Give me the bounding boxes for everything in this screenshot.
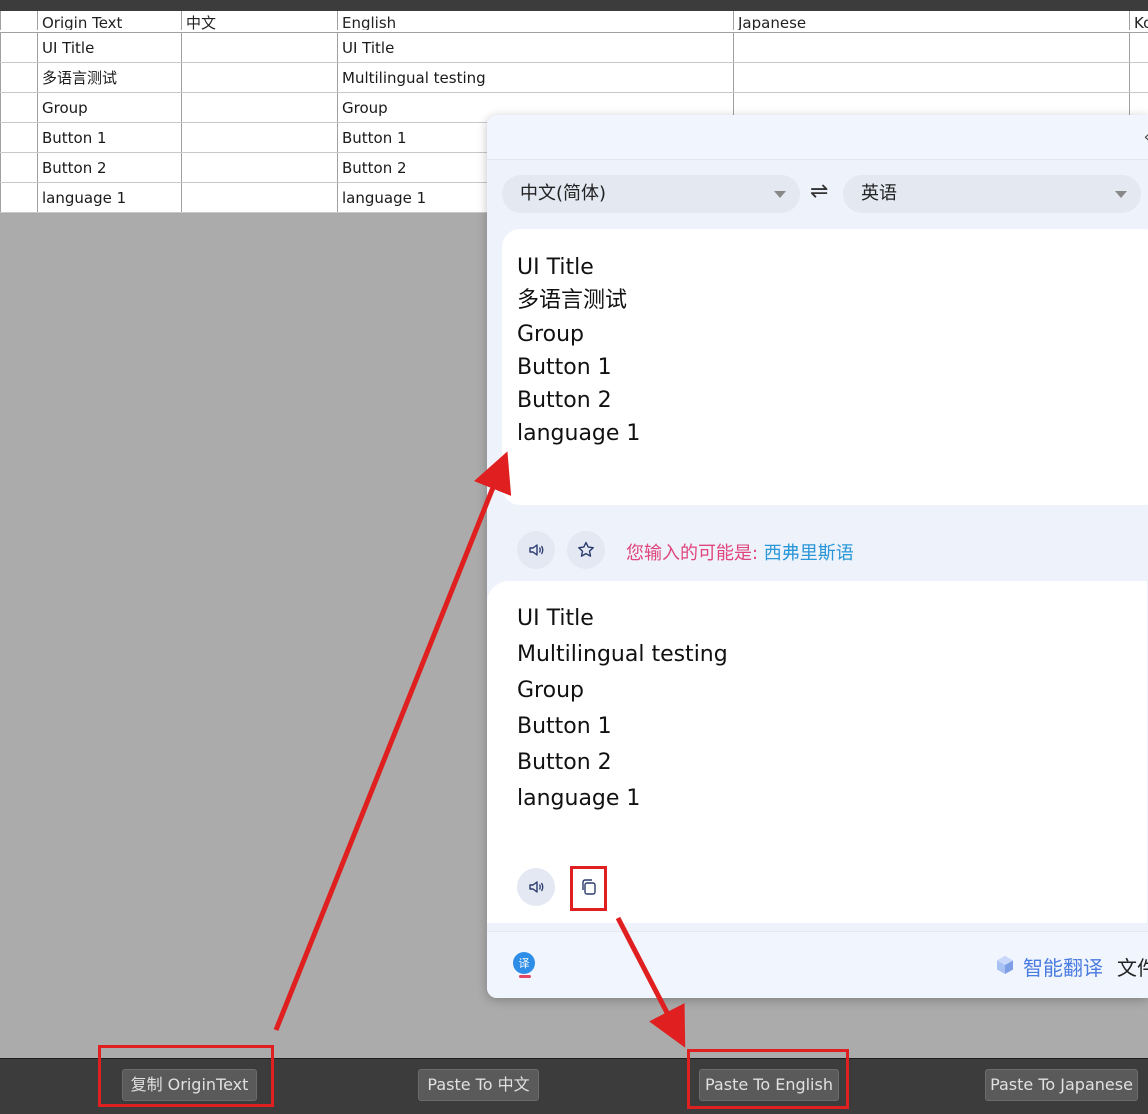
cell[interactable] bbox=[733, 33, 1129, 62]
result-speak-button[interactable] bbox=[517, 868, 555, 906]
source-language-select[interactable]: 中文(简体) bbox=[502, 175, 800, 213]
source-line: 多语言测试 bbox=[517, 288, 628, 314]
cell[interactable] bbox=[1129, 33, 1148, 62]
source-line: Button 2 bbox=[517, 388, 612, 414]
back-icon[interactable]: ‹ bbox=[1144, 127, 1148, 146]
cell[interactable]: Button 2 bbox=[37, 153, 181, 182]
result-line: UI Title bbox=[517, 606, 594, 631]
cell[interactable] bbox=[0, 63, 37, 92]
cube-icon bbox=[997, 956, 1013, 974]
cell[interactable] bbox=[0, 93, 37, 122]
cell[interactable] bbox=[181, 183, 337, 212]
cell[interactable] bbox=[181, 63, 337, 92]
cell[interactable] bbox=[181, 153, 337, 182]
translator-titlebar: ‹ bbox=[487, 115, 1148, 160]
suggested-language-link[interactable]: 西弗里斯语 bbox=[764, 543, 854, 564]
target-language-label: 英语 bbox=[861, 183, 897, 204]
source-line: Group bbox=[517, 321, 584, 347]
annotation-box-copy bbox=[98, 1045, 274, 1107]
cell[interactable] bbox=[0, 123, 37, 152]
cell[interactable]: UI Title bbox=[337, 33, 733, 62]
suggestion-prefix: 您输入的可能是: bbox=[626, 543, 764, 564]
source-language-label: 中文(简体) bbox=[520, 183, 607, 204]
source-text-area[interactable]: UI Title 多语言测试 Group Button 1 Button 2 l… bbox=[502, 229, 1148, 505]
cell[interactable] bbox=[0, 183, 37, 212]
header-korean[interactable]: Ko bbox=[1129, 11, 1148, 30]
chevron-down-icon bbox=[774, 191, 786, 198]
header-origin-text[interactable]: Origin Text bbox=[37, 11, 181, 30]
cell[interactable] bbox=[733, 63, 1129, 92]
result-line: language 1 bbox=[517, 786, 641, 811]
table-header: Origin Text 中文 English Japanese Ko bbox=[0, 11, 1148, 33]
annotation-box-paste-english bbox=[687, 1049, 849, 1109]
cell[interactable]: Button 1 bbox=[37, 123, 181, 152]
cell[interactable] bbox=[1129, 63, 1148, 92]
table-row: 多语言测试 Multilingual testing bbox=[0, 63, 1148, 93]
source-line: Button 1 bbox=[517, 354, 612, 380]
cell[interactable]: UI Title bbox=[37, 33, 181, 62]
source-speak-button[interactable] bbox=[517, 531, 555, 569]
speaker-icon bbox=[529, 544, 544, 556]
cell[interactable]: Group bbox=[37, 93, 181, 122]
smart-translate-link[interactable]: 智能翻译 bbox=[1023, 952, 1103, 981]
result-line: Button 2 bbox=[517, 750, 612, 775]
header-chinese[interactable]: 中文 bbox=[181, 11, 337, 30]
table-row: UI Title UI Title bbox=[0, 33, 1148, 63]
cell[interactable]: Multilingual testing bbox=[337, 63, 733, 92]
language-suggestion: 您输入的可能是: 西弗里斯语 bbox=[626, 539, 854, 565]
speaker-icon bbox=[529, 881, 544, 893]
top-toolbar bbox=[0, 0, 1148, 11]
header-index bbox=[0, 11, 37, 30]
swap-languages-icon[interactable]: ⇌ bbox=[810, 179, 828, 204]
header-japanese[interactable]: Japanese bbox=[733, 11, 1129, 30]
source-line: language 1 bbox=[517, 421, 641, 447]
svg-text:译: 译 bbox=[519, 957, 530, 970]
cell[interactable] bbox=[181, 123, 337, 152]
annotation-box-copy-icon bbox=[570, 866, 607, 911]
cell[interactable] bbox=[0, 153, 37, 182]
source-line: UI Title bbox=[517, 255, 594, 280]
arrow-copy-to-source bbox=[273, 451, 512, 1031]
translator-logo-icon: 译 bbox=[513, 952, 535, 978]
translator-footer: 译 智能翻译 文件 bbox=[487, 931, 1148, 998]
header-english[interactable]: English bbox=[337, 11, 733, 30]
star-icon bbox=[578, 541, 594, 557]
paste-to-chinese-button[interactable]: Paste To 中文 bbox=[418, 1069, 539, 1101]
document-translate-link[interactable]: 文件 bbox=[1117, 952, 1148, 981]
cell[interactable]: language 1 bbox=[37, 183, 181, 212]
result-line: Multilingual testing bbox=[517, 642, 728, 667]
chevron-down-icon bbox=[1115, 191, 1127, 198]
cell[interactable]: 多语言测试 bbox=[37, 63, 181, 92]
favorite-button[interactable] bbox=[567, 531, 605, 569]
cell[interactable] bbox=[181, 93, 337, 122]
target-language-select[interactable]: 英语 bbox=[843, 175, 1141, 213]
result-line: Button 1 bbox=[517, 714, 612, 739]
cell[interactable] bbox=[0, 33, 37, 62]
paste-to-japanese-button[interactable]: Paste To Japanese bbox=[985, 1069, 1138, 1101]
result-line: Group bbox=[517, 678, 584, 703]
cell[interactable] bbox=[181, 33, 337, 62]
